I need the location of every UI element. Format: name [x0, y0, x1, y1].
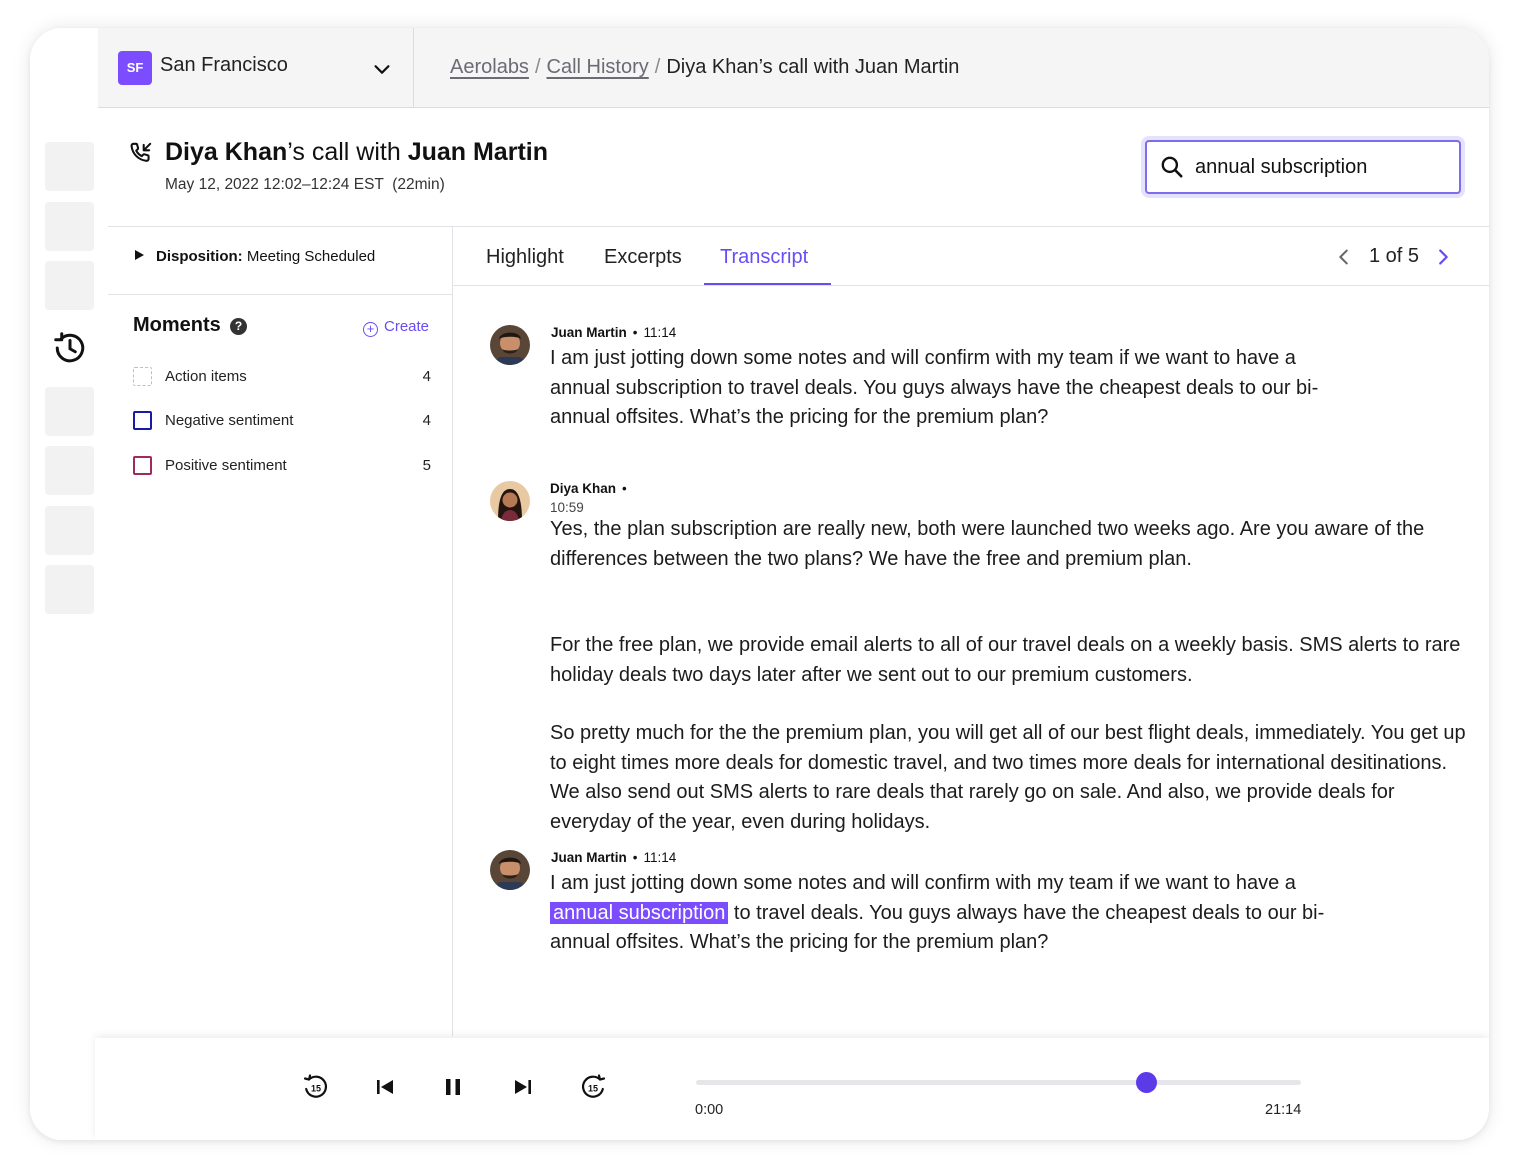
speaker-name: Juan Martin: [551, 850, 627, 865]
rewind-15-icon[interactable]: 15: [301, 1072, 331, 1102]
forward-15-icon[interactable]: 15: [578, 1072, 608, 1102]
help-icon[interactable]: ?: [230, 318, 247, 335]
incoming-call-icon: [130, 142, 152, 162]
rail-item[interactable]: [45, 506, 94, 555]
disposition-value: Meeting Scheduled: [246, 248, 376, 265]
call-meta: May 12, 2022 12:02–12:24 EST (22min): [165, 176, 445, 193]
breadcrumb-aerolabs[interactable]: Aerolabs: [450, 56, 529, 78]
message-text-before: I am just jotting down some notes and wi…: [550, 872, 1296, 894]
moments-title: Moments: [133, 314, 221, 336]
chevron-down-icon[interactable]: [371, 58, 393, 80]
speaker-line: Juan Martin • 11:14: [551, 850, 677, 865]
message-text: I am just jotting down some notes and wi…: [550, 869, 1350, 958]
breadcrumb-call-history[interactable]: Call History: [547, 56, 649, 78]
time-start: 0:00: [695, 1102, 724, 1118]
avatar-juan-martin: [490, 325, 530, 365]
rail-item[interactable]: [45, 387, 94, 436]
moment-count: 4: [422, 368, 431, 385]
moment-label: Action items: [165, 368, 247, 385]
rail-item[interactable]: [45, 565, 94, 614]
app-window: SF San Francisco Aerolabs / Call History / D…: [30, 28, 1489, 1140]
search-match-highlight: annual subscription: [550, 901, 729, 924]
speaker-line: Diya Khan •: [550, 481, 627, 496]
divider: [108, 294, 452, 295]
search-icon: [1161, 156, 1183, 178]
org-badge: SF: [118, 51, 152, 85]
create-label: Create: [384, 318, 430, 335]
message-text: I am just jotting down some notes and wi…: [550, 347, 1319, 429]
next-track-icon[interactable]: [508, 1072, 538, 1102]
page-title: Diya Khan’s call with Juan Martin: [165, 138, 548, 167]
plus-circle-icon: +: [363, 322, 378, 337]
disposition-toggle[interactable]: Disposition: Meeting Scheduled: [135, 248, 375, 265]
moment-count: 5: [422, 457, 431, 474]
timestamp: 11:14: [643, 325, 677, 340]
chevron-right-icon[interactable]: [1432, 246, 1454, 268]
chevron-left-icon[interactable]: [1333, 246, 1355, 268]
audio-player: 15 15 0:00 21:14: [95, 1038, 1489, 1140]
divider: [452, 226, 453, 1036]
message-paragraph: Yes, the plan subscription are really ne…: [550, 518, 1425, 570]
tab-transcript[interactable]: Transcript: [720, 246, 808, 286]
title-connector: ’s call with: [287, 138, 408, 166]
divider: [453, 285, 1489, 286]
rail-item[interactable]: [45, 142, 94, 191]
history-icon[interactable]: [52, 330, 88, 366]
forward-15-label: 15: [588, 1084, 598, 1094]
moment-checkbox[interactable]: [133, 411, 152, 430]
org-name: San Francisco: [160, 54, 288, 76]
timestamp: 10:59: [550, 500, 584, 515]
play-triangle-icon: [135, 250, 144, 260]
left-rail: [30, 28, 98, 1140]
divider: [108, 226, 1489, 227]
speaker-name: Diya Khan: [550, 481, 617, 496]
avatar-diya-khan: [490, 481, 530, 521]
customer-name: Juan Martin: [407, 138, 548, 166]
breadcrumb-current: Diya Khan’s call with Juan Martin: [666, 56, 960, 78]
search-input[interactable]: [1195, 152, 1445, 182]
search-box: [1145, 140, 1461, 194]
avatar-juan-martin: [490, 850, 530, 890]
moment-checkbox[interactable]: [133, 456, 152, 475]
moment-checkbox[interactable]: [133, 367, 152, 386]
progress-knob[interactable]: [1136, 1072, 1158, 1093]
speaker-line: Juan Martin • 11:14: [551, 325, 677, 340]
moment-count: 4: [422, 412, 431, 429]
rewind-15-label: 15: [311, 1084, 321, 1094]
agent-name: Diya Khan: [165, 138, 288, 166]
match-counter: 1 of 5: [1369, 245, 1420, 267]
breadcrumb: Aerolabs / Call History / Diya Khan’s call w…: [450, 56, 960, 78]
create-moment-button[interactable]: + Create: [363, 318, 429, 337]
pause-icon[interactable]: [438, 1072, 468, 1102]
rail-item[interactable]: [45, 261, 94, 310]
moment-positive-sentiment[interactable]: Positive sentiment 5: [133, 455, 433, 479]
active-tab-indicator: [704, 283, 831, 285]
moment-label: Positive sentiment: [165, 457, 287, 474]
rail-item[interactable]: [45, 446, 94, 495]
tab-highlight[interactable]: Highlight: [486, 246, 564, 286]
moment-negative-sentiment[interactable]: Negative sentiment 4: [133, 410, 433, 434]
disposition-label: Disposition:: [156, 248, 243, 265]
rail-item[interactable]: [45, 202, 94, 251]
tab-excerpts[interactable]: Excerpts: [604, 246, 682, 286]
top-bar: SF San Francisco Aerolabs / Call History / D…: [98, 28, 1489, 108]
time-end: 21:14: [1265, 1102, 1302, 1118]
previous-track-icon[interactable]: [370, 1072, 400, 1102]
moment-action-items[interactable]: Action items 4: [133, 366, 433, 390]
moment-label: Negative sentiment: [165, 412, 294, 429]
speaker-name: Juan Martin: [551, 325, 627, 340]
progress-track[interactable]: [696, 1080, 1301, 1085]
org-switcher[interactable]: SF San Francisco: [98, 28, 414, 108]
message-paragraph: For the free plan, we provide email aler…: [550, 634, 1461, 686]
timestamp: 11:14: [643, 850, 677, 865]
message-paragraph: So pretty much for the the premium plan,…: [550, 722, 1466, 834]
